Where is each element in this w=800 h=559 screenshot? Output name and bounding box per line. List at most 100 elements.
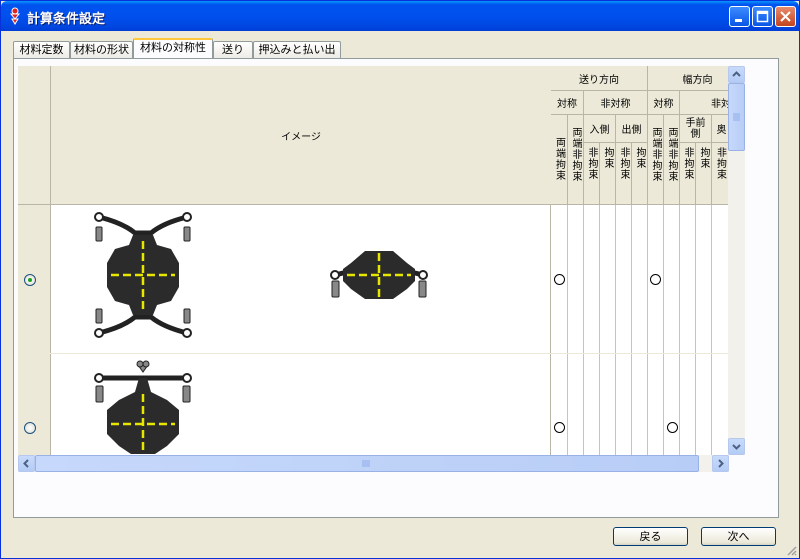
cell-entry-free[interactable]	[584, 354, 600, 455]
image-cell	[51, 205, 551, 353]
chevron-up-icon	[732, 71, 741, 77]
header-entry-side: 入側	[584, 115, 616, 143]
cell-front-fixed[interactable]	[696, 205, 712, 353]
tab-material-shape[interactable]: 材料の形状	[70, 41, 133, 58]
cell-exit-fixed[interactable]	[632, 354, 648, 455]
cell-exit-free[interactable]	[616, 205, 632, 353]
back-button[interactable]: 戻る	[613, 527, 688, 546]
label-both-ends-free: 両端非拘束	[570, 127, 581, 182]
maximize-button[interactable]	[752, 6, 773, 27]
label-fixed: 拘束	[698, 147, 709, 169]
horizontal-scrollbar[interactable]	[18, 455, 729, 472]
vertical-scroll-thumb[interactable]	[728, 83, 745, 151]
close-button[interactable]	[775, 6, 796, 27]
header-width-sym-free-2: 両端非拘束	[664, 115, 680, 205]
cell-entry-free[interactable]	[584, 205, 600, 353]
header-back-free: 非拘束	[712, 143, 729, 205]
scroll-up-button[interactable]	[728, 66, 745, 83]
grip-icon	[362, 460, 370, 467]
header-entry-fixed: 拘束	[600, 143, 616, 205]
cell-feed-sym-free[interactable]	[568, 205, 584, 353]
minimize-button[interactable]	[729, 6, 750, 27]
minimize-icon	[735, 19, 742, 22]
chevron-down-icon	[732, 444, 741, 450]
cell-entry-fixed[interactable]	[600, 354, 616, 455]
header-width-direction: 幅方向	[648, 66, 729, 91]
cell-exit-fixed[interactable]	[632, 205, 648, 353]
option-circle[interactable]	[554, 422, 565, 433]
header-feed-asymmetric: 非対称	[584, 91, 648, 115]
option-circle[interactable]	[650, 274, 661, 285]
label-free: 非拘束	[618, 147, 629, 180]
cell-width-sym-free-2[interactable]	[664, 205, 680, 353]
next-button[interactable]: 次へ	[701, 527, 776, 546]
cell-feed-sym-fixed[interactable]	[551, 205, 568, 353]
header-image: イメージ	[51, 66, 552, 205]
label-both-ends-fixed: 両端拘束	[553, 137, 565, 181]
tab-material-constants[interactable]: 材料定数	[13, 41, 70, 58]
cell-exit-free[interactable]	[616, 354, 632, 455]
cell-front-free[interactable]	[680, 354, 696, 455]
label-fixed: 拘束	[602, 147, 613, 169]
cell-width-sym-free[interactable]	[648, 354, 664, 455]
tab-push-and-eject[interactable]: 押込みと払い出し	[253, 41, 341, 71]
vertical-scrollbar[interactable]	[728, 66, 745, 455]
header-select	[18, 66, 51, 205]
title-bar[interactable]: 計算条件設定	[1, 1, 799, 31]
header-feed-symmetric: 対称	[551, 91, 584, 115]
tab-material-symmetry[interactable]: 材料の対称性	[133, 38, 213, 59]
horizontal-scroll-thumb[interactable]	[35, 455, 699, 472]
cell-feed-sym-fixed[interactable]	[551, 354, 568, 455]
header-feed-sym-fixed: 両端拘束	[551, 115, 568, 205]
label-both-ends-free: 両端非拘束	[666, 127, 677, 182]
close-icon	[780, 11, 791, 22]
row-select-cell	[18, 354, 51, 455]
header-front-free: 非拘束	[680, 143, 696, 205]
chevron-right-icon	[718, 459, 724, 468]
header-exit-free: 非拘束	[616, 143, 632, 205]
header-width-asymmetric: 非対称	[680, 91, 729, 115]
cell-front-free[interactable]	[680, 205, 696, 353]
resize-grip-icon[interactable]	[785, 544, 797, 556]
cell-back-free[interactable]	[712, 354, 729, 455]
scroll-right-button[interactable]	[712, 455, 729, 472]
table-row	[18, 205, 729, 353]
cell-feed-sym-free[interactable]	[568, 354, 584, 455]
scroll-left-button[interactable]	[18, 455, 35, 472]
cell-front-fixed[interactable]	[696, 354, 712, 455]
window: 計算条件設定 材料定数 材料の形状 材料の対称性 送り 押込みと払い出し イメー…	[0, 0, 800, 559]
tab-feed[interactable]: 送り	[213, 41, 253, 58]
maximize-icon	[756, 10, 769, 23]
window-title: 計算条件設定	[27, 12, 106, 27]
double-sided-clamp-diagram	[94, 212, 428, 338]
chevron-left-icon	[23, 459, 29, 468]
cell-back-free[interactable]	[712, 205, 729, 353]
header-entry-free: 非拘束	[584, 143, 600, 205]
row-select-cell	[18, 205, 51, 353]
header-width-symmetric: 対称	[648, 91, 680, 115]
row-radio-2[interactable]	[24, 422, 36, 434]
single-sided-clamp-diagram	[94, 360, 192, 454]
label-free: 非拘束	[714, 147, 726, 180]
app-icon	[9, 7, 21, 25]
header-front-fixed: 拘束	[696, 143, 712, 205]
label-free: 非拘束	[682, 147, 693, 180]
grip-icon	[733, 113, 740, 121]
cell-entry-fixed[interactable]	[600, 205, 616, 353]
cell-width-sym-free[interactable]	[648, 205, 664, 353]
cell-width-sym-free-2[interactable]	[664, 354, 680, 455]
scroll-down-button[interactable]	[728, 438, 745, 455]
header-exit-side: 出側	[616, 115, 648, 143]
table-row	[18, 354, 729, 455]
label-both-ends-free: 両端非拘束	[650, 127, 661, 182]
label-free: 非拘束	[586, 147, 597, 180]
row-radio-1[interactable]	[24, 274, 36, 286]
label-fixed: 拘束	[634, 147, 645, 169]
header-front-side-label: 手前側	[685, 117, 706, 140]
header-feed-sym-free: 両端非拘束	[568, 115, 584, 205]
header-feed-direction: 送り方向	[551, 66, 648, 91]
symmetry-table: イメージ 送り方向 幅方向 対称 非対称 対称 非対称 入側 出側 手前側 奥 …	[18, 66, 729, 455]
option-circle[interactable]	[554, 274, 565, 285]
option-circle[interactable]	[667, 422, 678, 433]
image-cell	[51, 354, 551, 455]
